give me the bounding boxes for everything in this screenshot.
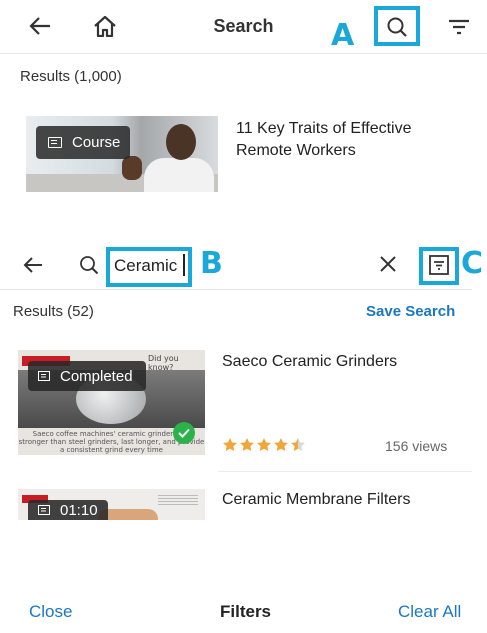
item-title[interactable]: Ceramic Membrane Filters <box>222 491 410 509</box>
presentation-icon <box>38 505 50 515</box>
search-divider <box>0 289 472 290</box>
filter-icon[interactable] <box>444 12 474 42</box>
top-divider <box>0 53 487 54</box>
course-title[interactable]: 11 Key Traits of Effective Remote Worker… <box>236 118 436 162</box>
search-icon[interactable] <box>382 12 412 42</box>
completed-badge: Completed <box>28 361 146 391</box>
clear-search-icon[interactable] <box>374 250 402 278</box>
view-count: 156 views <box>385 438 448 454</box>
star-icon <box>274 438 288 451</box>
callout-label-c: C <box>461 246 484 281</box>
results-count: Results (52) <box>13 303 94 320</box>
close-button[interactable]: Close <box>29 602 72 622</box>
back-arrow-icon[interactable] <box>20 252 46 278</box>
star-rating <box>222 437 306 453</box>
search-input[interactable] <box>112 253 186 279</box>
callout-label-b: B <box>200 246 223 281</box>
text-caret <box>183 254 185 276</box>
results-count: Results (1,000) <box>20 68 122 85</box>
search-bar <box>0 238 487 290</box>
duration-badge: 01:10 <box>28 500 108 520</box>
callout-box-c <box>419 247 459 285</box>
callout-label-a: A <box>331 18 355 53</box>
completed-check-icon <box>173 422 195 444</box>
search-icon <box>76 252 102 278</box>
item-title[interactable]: Saeco Ceramic Grinders <box>222 353 397 371</box>
top-app-bar: Search A <box>0 0 487 54</box>
star-icon <box>291 438 305 451</box>
save-search-button[interactable]: Save Search <box>366 303 455 320</box>
presentation-icon <box>38 371 50 381</box>
filters-title: Filters <box>220 602 272 621</box>
presentation-icon <box>48 137 62 148</box>
star-icon <box>257 438 271 451</box>
course-badge: Course <box>36 126 130 159</box>
star-icon <box>240 438 254 451</box>
star-icon <box>223 438 237 451</box>
list-divider <box>218 471 472 472</box>
clear-all-button[interactable]: Clear All <box>398 602 461 622</box>
